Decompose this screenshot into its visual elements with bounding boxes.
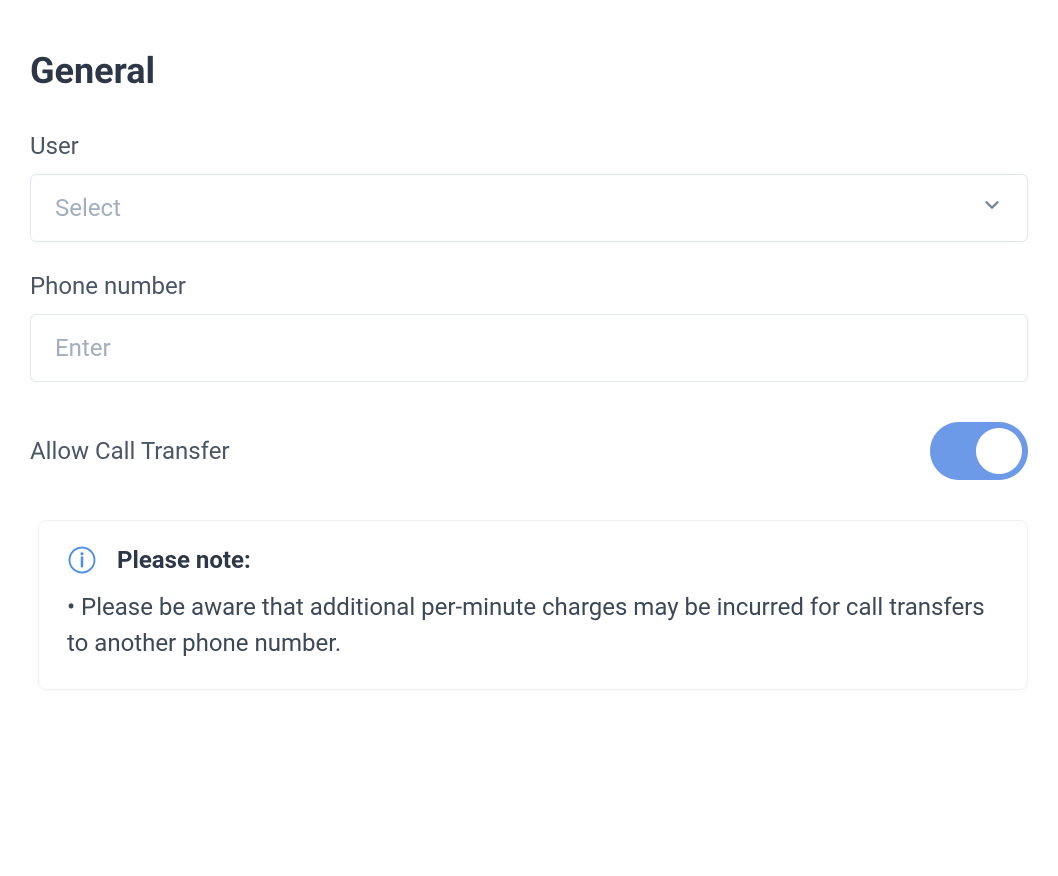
user-select-placeholder: Select bbox=[55, 194, 121, 222]
info-note-box: Please note: • Please be aware that addi… bbox=[38, 520, 1028, 690]
note-header: Please note: bbox=[67, 545, 999, 575]
phone-input[interactable] bbox=[30, 314, 1028, 382]
user-field-label: User bbox=[30, 132, 1028, 160]
call-transfer-toggle[interactable] bbox=[930, 422, 1028, 480]
user-field-group: User Select bbox=[30, 132, 1028, 242]
call-transfer-row: Allow Call Transfer bbox=[30, 422, 1028, 480]
user-select-wrapper: Select bbox=[30, 174, 1028, 242]
user-select[interactable]: Select bbox=[30, 174, 1028, 242]
section-title: General bbox=[30, 50, 1028, 92]
chevron-down-icon bbox=[981, 194, 1003, 222]
note-title: Please note: bbox=[117, 546, 251, 574]
phone-field-group: Phone number bbox=[30, 272, 1028, 382]
call-transfer-label: Allow Call Transfer bbox=[30, 437, 230, 465]
info-icon bbox=[67, 545, 97, 575]
phone-field-label: Phone number bbox=[30, 272, 1028, 300]
toggle-knob bbox=[976, 428, 1022, 474]
note-body: • Please be aware that additional per-mi… bbox=[67, 589, 999, 661]
